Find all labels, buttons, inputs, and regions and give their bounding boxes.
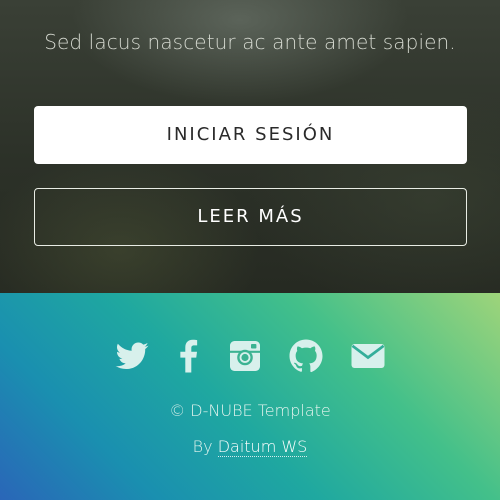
hero-section: Sed lacus nascetur ac ante amet sapien. …: [0, 0, 500, 293]
author-link[interactable]: Daitum WS: [217, 437, 308, 457]
email-icon[interactable]: [350, 338, 386, 374]
instagram-icon[interactable]: [227, 338, 263, 374]
footer-section: [0, 293, 500, 500]
github-icon[interactable]: [288, 338, 324, 374]
read-more-button[interactable]: LEER MÁS: [34, 188, 467, 246]
login-button[interactable]: INICIAR SESIÓN: [34, 106, 467, 164]
social-links: [0, 338, 500, 374]
credits-prefix: By: [192, 437, 213, 456]
facebook-icon[interactable]: [170, 338, 206, 374]
hero-tagline: Sed lacus nascetur ac ante amet sapien.: [44, 30, 456, 54]
credits: By Daitum WS: [0, 437, 500, 457]
copyright-text: © D-NUBE Template: [169, 401, 331, 420]
twitter-icon[interactable]: [114, 338, 150, 374]
